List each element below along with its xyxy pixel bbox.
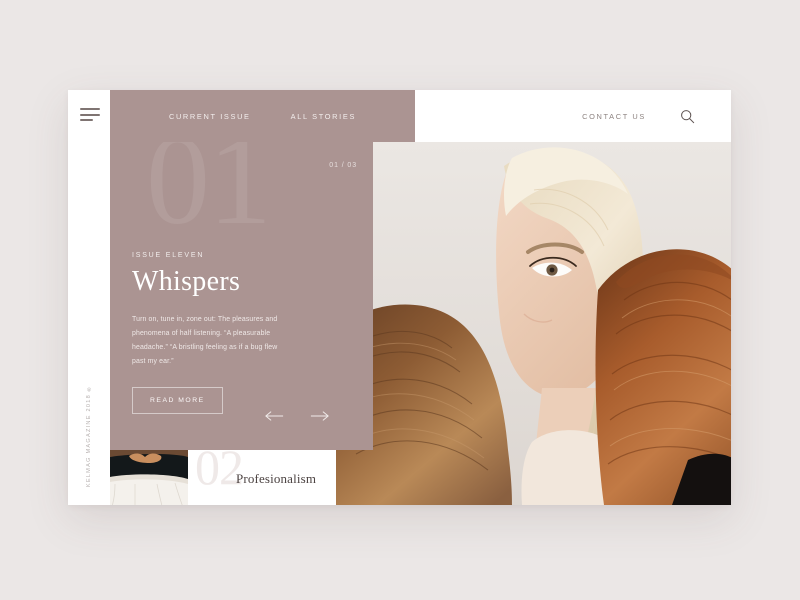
nav-link-contact-us[interactable]: CONTACT US <box>582 112 646 121</box>
feature-watermark-number: 01 <box>146 142 272 251</box>
brand-vertical-label: KELMAG MAGAZINE 2018 ® <box>86 383 92 487</box>
hero-photo <box>336 142 731 505</box>
nav-link-current-issue[interactable]: CURRENT ISSUE <box>169 112 251 121</box>
next-story-teaser[interactable]: 02 Profesionalism <box>105 450 336 505</box>
feature-text: ISSUE ELEVEN Whispers Turn on, tune in, … <box>132 252 349 369</box>
screen: KELMAG MAGAZINE 2018 ® CURRENT ISSUE ALL… <box>0 0 800 600</box>
nav-link-all-stories[interactable]: ALL STORIES <box>291 112 356 121</box>
hamburger-icon[interactable] <box>80 108 100 121</box>
left-rail: KELMAG MAGAZINE 2018 ® <box>68 90 110 505</box>
issue-label: ISSUE ELEVEN <box>132 252 205 259</box>
arrow-right-icon[interactable] <box>310 410 330 422</box>
search-icon[interactable] <box>680 109 695 124</box>
feature-panel: 01 01 / 03 ISSUE ELEVEN Whispers Turn on… <box>110 142 373 450</box>
hamburger-line <box>80 119 93 121</box>
slide-counter: 01 / 03 <box>329 162 357 169</box>
carousel-controls <box>264 410 330 422</box>
hamburger-line <box>80 108 100 110</box>
teaser-title: Profesionalism <box>236 471 317 486</box>
primary-nav: CURRENT ISSUE ALL STORIES <box>110 90 415 142</box>
hamburger-line <box>80 113 100 116</box>
top-navigation: CURRENT ISSUE ALL STORIES CONTACT US <box>110 90 731 142</box>
secondary-nav: CONTACT US <box>415 90 731 142</box>
teaser-thumbnail <box>105 450 188 505</box>
magazine-card: KELMAG MAGAZINE 2018 ® CURRENT ISSUE ALL… <box>68 90 731 505</box>
read-more-button[interactable]: READ MORE <box>132 387 223 414</box>
arrow-left-icon[interactable] <box>264 410 284 422</box>
feature-title: Whispers <box>132 266 241 297</box>
feature-excerpt: Turn on, tune in, zone out: The pleasure… <box>132 316 278 365</box>
teaser-body: 02 Profesionalism <box>188 450 336 505</box>
